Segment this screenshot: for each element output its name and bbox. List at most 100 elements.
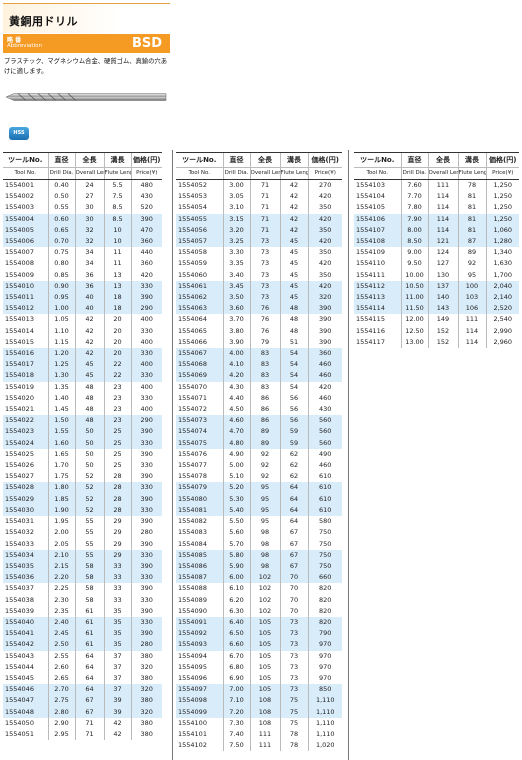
cell-tool-no: 1554091 [176,616,223,629]
cell-flute-length: 20 [103,336,131,349]
cell-tool-no: 1554076 [178,449,207,458]
table-row: 1554097 7.00 105 73 850 [176,684,342,696]
cell-diameter: 3.45 [222,280,250,293]
cell-price: 350 [307,247,342,259]
cell-overall-length: 36 [74,269,104,281]
header-flute-length: 溝長 [457,152,486,168]
cell-price: 330 [130,370,162,382]
cell-tool-no: 1554033 [5,539,34,548]
cell-diameter: 1.15 [47,336,75,349]
cell-tool-no: 1554090 [178,606,207,615]
column-separator [348,150,349,760]
table-row: 1554084 5.70 98 67 750 [176,538,342,550]
cell-diameter: 5.10 [222,471,250,483]
cell-flute-length: 5.5 [103,179,131,192]
cell-price: 750 [307,549,342,561]
cell-overall-length: 30 [74,202,104,214]
cell-flute-length: 78 [279,740,308,752]
abbreviation-band: 略 番 Abbreviation BSD [3,34,170,53]
cell-tool-no: 1554094 [178,651,207,660]
table-row: 1554016 1.20 42 20 330 [3,348,162,360]
cell-overall-length: 45 [74,359,104,371]
cell-flute-length: 29 [103,516,131,528]
cell-price: 420 [307,236,342,248]
cell-flute-length: 42 [279,224,308,237]
header-tool-no-en: Tool No. [3,167,48,180]
cell-tool-no: 1554013 [5,315,34,324]
cell-flute-length: 51 [279,336,308,349]
table-row: 1554057 3.25 73 45 420 [176,236,342,248]
table-row: 1554005 0.65 32 10 470 [3,224,162,237]
cell-overall-length: 130 [427,269,458,281]
cell-overall-length: 105 [249,672,280,685]
cell-diameter: 3.35 [222,258,250,270]
cell-overall-length: 55 [74,538,104,550]
cell-tool-no: 1554084 [178,539,207,548]
cell-price: 970 [307,650,342,662]
table-row: 1554013 1.05 42 20 400 [3,314,162,326]
cell-flute-length: 64 [279,482,308,494]
cell-overall-length: 50 [74,426,104,438]
cell-overall-length: 40 [74,303,104,315]
cell-tool-no: 1554059 [178,259,207,268]
header-flute-length-en: Flute Length [279,167,308,180]
cell-price: 560 [307,437,342,449]
cell-flute-length: 10 [103,236,131,248]
spec-table-2: ツールNo. 直径 全長 溝長 価格(円) Tool No. Drill Dia… [176,152,342,752]
cell-price: 750 [307,527,342,539]
cell-diameter: 2.10 [47,549,75,561]
cell-price: 820 [307,583,342,595]
cell-tool-no: 1554075 [176,437,223,449]
cell-price: 390 [307,325,342,337]
cell-price: 330 [130,437,162,449]
cell-flute-length: 73 [279,684,308,696]
table-row: 1554021 1.45 48 23 400 [3,404,162,416]
cell-price: 440 [130,247,162,259]
cell-tool-no: 1554104 [356,192,385,201]
cell-diameter: 2.00 [47,527,75,539]
table-row: 1554061 3.45 73 45 420 [176,280,342,293]
cell-overall-length: 102 [249,594,280,606]
table-row: 1554009 0.85 36 13 420 [3,269,162,281]
cell-overall-length: 105 [249,661,280,673]
cell-flute-length: 48 [279,303,308,315]
cell-tool-no: 1554005 [3,224,48,237]
cell-tool-no: 1554080 [176,493,223,505]
cell-flute-length: 81 [457,202,486,214]
cell-tool-no: 1554017 [3,359,48,371]
cell-diameter: 1.80 [47,482,75,494]
cell-flute-length: 81 [457,191,486,203]
table-row: 1554025 1.65 50 25 390 [3,448,162,461]
table-row: 1554014 1.10 42 20 330 [3,325,162,337]
cell-flute-length: 39 [103,706,131,718]
cell-diameter: 5.70 [222,538,250,550]
cell-overall-length: 105 [249,628,280,640]
cell-overall-length: 55 [74,516,104,528]
cell-tool-no: 1554031 [5,517,34,526]
cell-price: 420 [307,258,342,270]
drill-bit-image [5,93,167,101]
cell-overall-length: 64 [74,684,104,696]
cell-flute-length: 28 [103,493,131,505]
cell-price: 2,520 [485,303,519,315]
cell-overall-length: 114 [427,224,458,237]
product-title: 黄銅用ドリル [9,15,78,28]
table-row: 1554114 11.50 143 106 2,520 [354,303,519,315]
cell-overall-length: 140 [427,292,458,304]
cell-flute-length: 35 [103,639,131,651]
cell-diameter: 2.70 [47,684,75,696]
cell-flute-length: 22 [103,359,131,371]
header-diameter-en: Drill Dia. [222,167,250,180]
cell-price: 320 [130,661,162,673]
cell-tool-no: 1554034 [3,549,48,561]
cell-price: 390 [130,628,162,640]
table-row: 1554033 2.05 55 29 390 [3,538,162,550]
cell-overall-length: 111 [249,728,280,741]
cell-price: 400 [130,381,162,393]
cell-diameter: 2.60 [47,661,75,673]
cell-overall-length: 32 [74,236,104,248]
cell-tool-no: 1554053 [178,192,207,201]
cell-flute-length: 8.5 [103,213,131,225]
table-row: 1554059 3.35 73 45 420 [176,258,342,270]
cell-overall-length: 152 [427,325,458,337]
